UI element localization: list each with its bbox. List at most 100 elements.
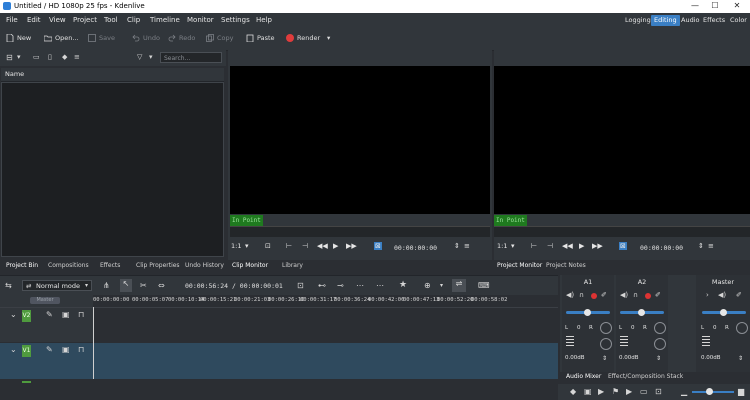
split-audio-icon[interactable]: ⇌ <box>452 279 466 292</box>
pan-dial[interactable] <box>736 322 748 334</box>
render-dropdown-icon[interactable]: ▾ <box>327 34 330 42</box>
bin-search-input[interactable]: Search... <box>160 52 222 63</box>
clip-monitor-ruler[interactable] <box>230 226 490 237</box>
maximize-button[interactable]: ☐ <box>706 1 724 12</box>
tab-project-bin[interactable]: Project Bin <box>6 262 38 269</box>
project-monitor-ruler[interactable] <box>494 226 750 237</box>
volume-knob[interactable] <box>720 309 727 316</box>
filter-dropdown-icon[interactable]: ▾ <box>149 53 153 61</box>
project-set-out-icon[interactable]: ⊣ <box>547 242 553 250</box>
mic-icon[interactable]: ✐ <box>736 291 742 299</box>
strip-db-a1[interactable]: 0.00dB <box>565 355 585 361</box>
play-status-icon[interactable]: ▶ <box>598 387 604 396</box>
record-icon[interactable] <box>591 293 597 299</box>
tab-effects[interactable]: Effects <box>100 262 120 269</box>
marker-dropdown-icon[interactable]: ▾ <box>440 282 443 289</box>
track-badge-v2[interactable]: V2 <box>22 310 31 322</box>
track-hide-icon[interactable]: ▣ <box>62 345 70 354</box>
tab-project-notes[interactable]: Project Notes <box>546 262 586 269</box>
timeline-empty-area[interactable] <box>0 379 558 400</box>
select-tool-icon[interactable]: ↖ <box>120 279 132 292</box>
add-folder-icon[interactable]: ▭ <box>33 53 40 61</box>
timeline-ruler[interactable]: Master 00:00:00:00 00:00:05:07 00:00:10:… <box>0 295 558 308</box>
tag-icon[interactable]: ◆ <box>62 53 67 61</box>
minimize-button[interactable]: — <box>686 1 704 12</box>
tag-filter-icon[interactable]: ◆ <box>570 387 576 396</box>
redo-button[interactable]: Redo <box>168 34 195 42</box>
copy-button[interactable]: Copy <box>206 34 234 42</box>
track-badge-v1[interactable]: V1 <box>22 345 31 357</box>
bin-view-icon[interactable]: ⊟ <box>6 53 13 62</box>
project-set-in-icon[interactable]: ⊢ <box>531 242 537 250</box>
tab-project-monitor[interactable]: Project Monitor <box>497 262 542 269</box>
timeline-position[interactable]: 00:00:56:24 / 00:00:00:01 <box>185 282 283 290</box>
layout-audio[interactable]: Audio <box>678 15 702 26</box>
project-timecode-spin-icon[interactable]: ⇕ <box>698 242 704 250</box>
project-zoom-icon[interactable]: ⊠ <box>619 242 627 250</box>
track-header-v2[interactable]: ⌄ V2 ✎ ▣ ⊓ <box>0 308 93 342</box>
bin-menu-icon[interactable]: ≡ <box>74 53 80 61</box>
menu-settings[interactable]: Settings <box>221 16 250 24</box>
track-effects-icon[interactable]: ✎ <box>46 310 53 319</box>
clip-monitor-screen[interactable] <box>230 66 490 214</box>
lift-icon[interactable]: ⋯ <box>356 281 364 290</box>
bin-column-header[interactable]: Name <box>1 68 224 82</box>
tab-undo-history[interactable]: Undo History <box>185 262 224 269</box>
project-rewind-icon[interactable]: ◀◀ <box>562 242 573 250</box>
bin-clip-list[interactable] <box>1 82 224 257</box>
clip-safezone-icon[interactable]: ⊡ <box>265 242 271 250</box>
mute-icon[interactable]: ◀) <box>566 291 574 299</box>
undo-button[interactable]: Undo <box>132 34 160 42</box>
strip-db-master[interactable]: 0.00dB <box>701 355 721 361</box>
collapse-left-icon[interactable]: › <box>706 291 709 299</box>
strip-db-a2[interactable]: 0.00dB <box>619 355 639 361</box>
menu-clip[interactable]: Clip <box>127 16 140 24</box>
clip-set-out-icon[interactable]: ⊣ <box>302 242 308 250</box>
layout-logging[interactable]: Logging <box>622 15 654 26</box>
headphones-icon[interactable]: ∩ <box>579 291 584 299</box>
master-track-label[interactable]: Master <box>30 297 60 304</box>
layout-color[interactable]: Color <box>727 15 750 26</box>
project-zoom-dropdown-icon[interactable]: ▾ <box>511 242 515 250</box>
track-lane-v1[interactable] <box>93 343 558 379</box>
zoom-out-icon[interactable]: ▁ <box>681 387 687 396</box>
menu-view[interactable]: View <box>49 16 66 24</box>
favorite-effects-icon[interactable]: ★ <box>399 280 407 290</box>
tab-clip-monitor[interactable]: Clip Monitor <box>232 262 268 269</box>
tab-clip-properties[interactable]: Clip Properties <box>136 262 180 269</box>
project-monitor-screen[interactable] <box>494 66 750 214</box>
insert-icon[interactable]: ⊷ <box>318 281 326 290</box>
tab-audio-mixer[interactable]: Audio Mixer <box>566 373 601 380</box>
collapse-track-icon[interactable]: ⌄ <box>10 310 17 319</box>
new-button[interactable]: New <box>6 34 31 42</box>
gain-dial[interactable] <box>654 338 666 350</box>
snap-icon[interactable]: ⋔ <box>103 281 110 290</box>
pan-dial[interactable] <box>654 322 666 334</box>
close-button[interactable]: ✕ <box>728 1 746 12</box>
headphones-icon[interactable]: ∩ <box>633 291 638 299</box>
razor-tool-icon[interactable]: ✂ <box>140 281 147 290</box>
track-lock-icon[interactable]: ⊓ <box>78 345 84 354</box>
timeline-config-icon[interactable]: ⇆ <box>5 281 12 290</box>
fit-zoom-icon[interactable]: ⊡ <box>297 281 304 290</box>
menu-timeline[interactable]: Timeline <box>150 16 180 24</box>
clip-zoom-dropdown-icon[interactable]: ▾ <box>245 242 249 250</box>
add-clip-icon[interactable]: ▯ <box>48 53 52 61</box>
clip-zoom-icon[interactable]: ⊠ <box>374 242 382 250</box>
tab-effect-stack[interactable]: Effect/Composition Stack <box>608 373 683 380</box>
flag-icon[interactable]: ⚑ <box>612 387 619 396</box>
gain-dial[interactable] <box>600 338 612 350</box>
layout-editing[interactable]: Editing <box>651 15 680 26</box>
clip-rewind-icon[interactable]: ◀◀ <box>317 242 328 250</box>
track-hide-icon[interactable]: ▣ <box>62 310 70 319</box>
track-lane-v2[interactable] <box>93 308 558 342</box>
pan-dial[interactable] <box>600 322 612 334</box>
project-timecode[interactable]: 00:00:00:00 <box>640 244 683 252</box>
extract-icon[interactable]: ⋯ <box>376 281 384 290</box>
mute-icon[interactable]: ◀) <box>620 291 628 299</box>
project-play-icon[interactable]: ▶ <box>579 242 584 250</box>
clip-set-in-icon[interactable]: ⊢ <box>286 242 292 250</box>
save-button[interactable]: Save <box>88 34 115 42</box>
paste-button[interactable]: Paste <box>246 34 275 42</box>
track-effects-icon[interactable]: ✎ <box>46 345 53 354</box>
